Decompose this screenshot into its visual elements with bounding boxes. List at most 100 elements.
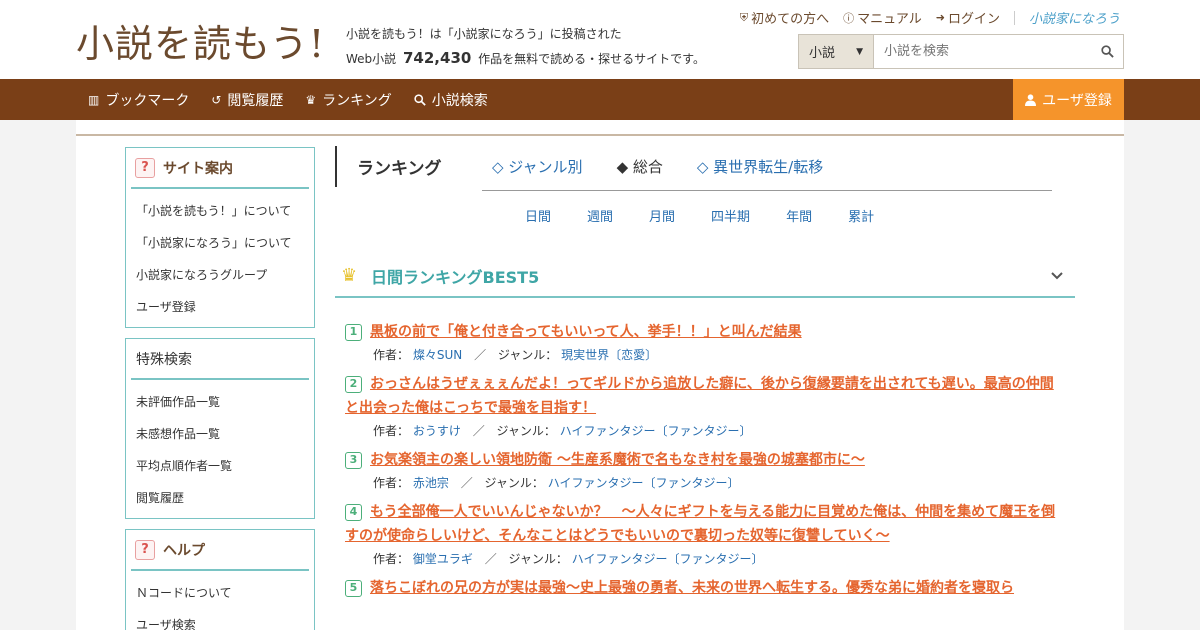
period-daily[interactable]: 日間 (525, 206, 551, 225)
author-label: 作者： (373, 424, 410, 438)
entry-genre[interactable]: ハイファンタジー〔ファンタジー〕 (560, 424, 752, 438)
period-total[interactable]: 累計 (848, 206, 874, 225)
help-header: ? ヘルプ (131, 530, 309, 571)
entry-title-link[interactable]: 3 お気楽領主の楽しい領地防衛 〜生産系魔術で名もなき村を最強の城塞都市に〜 (345, 448, 1065, 472)
entry-author[interactable]: 赤池宗 (413, 476, 449, 490)
entry-title-link[interactable]: 1 黒板の前で「俺と付き合ってもいいって人、挙手！！」と叫んだ結果 (345, 320, 1065, 344)
nav-history[interactable]: ↺ 閲覧履歴 (211, 90, 283, 110)
rank-number-icon: 5 (345, 579, 362, 597)
entry-author[interactable]: 燦々SUN (413, 348, 462, 362)
entry-title-link[interactable]: 2 おっさんはうぜぇぇぇんだよ！ってギルドから追放した癖に、後から復縁要請を出され… (345, 372, 1065, 420)
site-guide-title: サイト案内 (163, 160, 233, 177)
period-yearly[interactable]: 年間 (786, 206, 812, 225)
nav-ranking[interactable]: ♛ ランキング (305, 90, 391, 110)
tab-overall[interactable]: ◆ 総合 (617, 156, 663, 177)
login-link[interactable]: ➜ ログイン (936, 8, 1000, 27)
sidebar-item-no-review[interactable]: 未感想作品一覧 (126, 418, 314, 450)
sidebar-item-register[interactable]: ユーザ登録 (126, 291, 314, 323)
entry-genre[interactable]: ハイファンタジー〔ファンタジー〕 (548, 476, 740, 490)
sidebar-special-search: 特殊検索 未評価作品一覧 未感想作品一覧 平均点順作者一覧 閲覧履歴 (125, 338, 315, 519)
nav-bookmark[interactable]: ▥ ブックマーク (88, 90, 189, 110)
entry-title-link[interactable]: 5 落ちこぼれの兄の方が実は最強〜史上最強の勇者、未来の世界へ転生する。優秀な弟に… (345, 576, 1065, 600)
search-category-value: 小説 (809, 46, 836, 61)
sidebar-item-unrated[interactable]: 未評価作品一覧 (126, 386, 314, 418)
entry-meta: 作者： おうすけ ／ ジャンル： ハイファンタジー〔ファンタジー〕 (373, 424, 752, 438)
entry-title: 黒板の前で「俺と付き合ってもいいって人、挙手！！」と叫んだ結果 (370, 324, 802, 340)
tagline-prefix: Web小説 (346, 52, 397, 66)
nav-bookmark-label: ブックマーク (105, 92, 190, 109)
entry-meta: 作者： 燦々SUN ／ ジャンル： 現実世界〔恋愛〕 (373, 348, 658, 362)
crown-icon: ♛ (341, 265, 358, 286)
daily-best5-label: 日間ランキングBEST5 (371, 268, 540, 287)
sidebar-item-about-narou[interactable]: 「小説家になろう」について (126, 227, 314, 259)
tab-isekai[interactable]: ◇ 異世界転生/転移 (697, 156, 823, 177)
entry-genre[interactable]: 現実世界〔恋愛〕 (561, 348, 657, 362)
entry-title: お気楽領主の楽しい領地防衛 〜生産系魔術で名もなき村を最強の城塞都市に〜 (370, 452, 865, 468)
entry-meta: 作者： 赤池宗 ／ ジャンル： ハイファンタジー〔ファンタジー〕 (373, 476, 740, 490)
rank-number-icon: 2 (345, 375, 362, 393)
entry-title: 落ちこぼれの兄の方が実は最強〜史上最強の勇者、未来の世界へ転生する。優秀な弟に婚… (370, 580, 1014, 596)
first-time-link[interactable]: ⛨ 初めての方へ (739, 8, 829, 28)
main-nav: ▥ ブックマーク ↺ 閲覧履歴 ♛ ランキング 小説検索 ユーザ登録 (0, 79, 1200, 120)
login-label: ログイン (947, 12, 1000, 27)
manual-label: マニュアル (857, 12, 922, 27)
list-item: 1 黒板の前で「俺と付き合ってもいいって人、挙手！！」と叫んだ結果 作者： 燦々S… (345, 320, 1065, 366)
sidebar-item-narou-group[interactable]: 小説家になろうグループ (126, 259, 314, 291)
author-label: 作者： (373, 476, 410, 490)
search-category-select[interactable]: 小説 ▼ (799, 35, 874, 68)
site-tagline: 小説を読もう！は「小説家になろう」に投稿された Web小説 742,430 作品… (346, 22, 705, 71)
work-count: 742,430 (403, 49, 472, 67)
nav-search[interactable]: 小説検索 (414, 90, 488, 110)
crown-icon: ♛ (305, 92, 317, 107)
bookmark-icon: ▥ (88, 92, 100, 107)
sidebar-item-about-yomou[interactable]: 「小説を読もう！」について (126, 195, 314, 227)
entry-title-link[interactable]: 4 もう全部俺一人でいいんじゃないか？ ～人々にギフトを与える能力に目覚めた俺は、… (345, 500, 1065, 548)
author-label: 作者： (373, 348, 410, 362)
manual-link[interactable]: ⓘ マニュアル (843, 8, 922, 28)
tagline-line1: 小説を読もう！は「小説家になろう」に投稿された (346, 27, 622, 41)
special-search-header: 特殊検索 (131, 339, 309, 380)
daily-best5-header[interactable]: ♛ 日間ランキングBEST5 (335, 256, 1075, 298)
tabs-divider (482, 190, 1052, 191)
search-icon (414, 93, 426, 106)
list-item: 4 もう全部俺一人でいいんじゃないか？ ～人々にギフトを与える能力に目覚めた俺は、… (345, 500, 1065, 570)
ranking-tabs: ◇ ジャンル別 ◆ 総合 ◇ 異世界転生/転移 (492, 156, 823, 177)
period-weekly[interactable]: 週間 (587, 206, 613, 225)
login-icon: ➜ (935, 11, 945, 24)
sidebar-item-avg-score-authors[interactable]: 平均点順作者一覧 (126, 450, 314, 482)
register-button[interactable]: ユーザ登録 (1013, 79, 1124, 120)
entry-author[interactable]: おうすけ (413, 424, 461, 438)
site-logo[interactable]: 小説を読もう! (76, 16, 325, 66)
help-title: ヘルプ (163, 542, 205, 559)
link-divider (1013, 10, 1015, 25)
rank-number-icon: 3 (345, 451, 362, 469)
special-search-title: 特殊検索 (136, 351, 192, 368)
site-header: 小説を読もう! 小説を読もう！は「小説家になろう」に投稿された Web小説 74… (0, 0, 1200, 79)
sidebar-item-user-search[interactable]: ユーザ検索 (126, 609, 314, 630)
sidebar-item-ncode[interactable]: Ｎコードについて (126, 577, 314, 609)
period-tabs: 日間 週間 月間 四半期 年間 累計 (525, 206, 910, 225)
history-icon: ↺ (211, 92, 222, 107)
entry-author[interactable]: 御堂ユラギ (413, 552, 473, 566)
sidebar-help: ? ヘルプ Ｎコードについて ユーザ検索 (125, 529, 315, 630)
tab-genre[interactable]: ◇ ジャンル別 (492, 156, 583, 177)
entry-genre[interactable]: ハイファンタジー〔ファンタジー〕 (572, 552, 764, 566)
narou-brand-link[interactable]: 小説家になろう (1029, 8, 1120, 27)
nav-search-label: 小説検索 (431, 92, 488, 109)
shield-icon: ⛨ (739, 10, 749, 24)
entry-title: もう全部俺一人でいいんじゃないか？ ～人々にギフトを与える能力に目覚めた俺は、仲… (345, 504, 1056, 544)
site-guide-header: ? サイト案内 (131, 148, 309, 189)
period-quarterly[interactable]: 四半期 (711, 206, 750, 225)
period-monthly[interactable]: 月間 (649, 206, 675, 225)
genre-label: ジャンル： (496, 424, 556, 438)
chevron-down-icon[interactable] (1051, 268, 1063, 284)
search-button[interactable] (1091, 35, 1123, 68)
caret-down-icon: ▼ (856, 46, 863, 57)
ranking-list: 1 黒板の前で「俺と付き合ってもいいって人、挙手！！」と叫んだ結果 作者： 燦々S… (345, 320, 1065, 600)
search-input[interactable] (874, 35, 1091, 68)
genre-label: ジャンル： (508, 552, 568, 566)
list-item: 2 おっさんはうぜぇぇぇんだよ！ってギルドから追放した癖に、後から復縁要請を出され… (345, 372, 1065, 442)
content-divider (76, 134, 1124, 136)
sidebar-item-history[interactable]: 閲覧履歴 (126, 482, 314, 514)
nav-history-label: 閲覧履歴 (227, 92, 284, 109)
